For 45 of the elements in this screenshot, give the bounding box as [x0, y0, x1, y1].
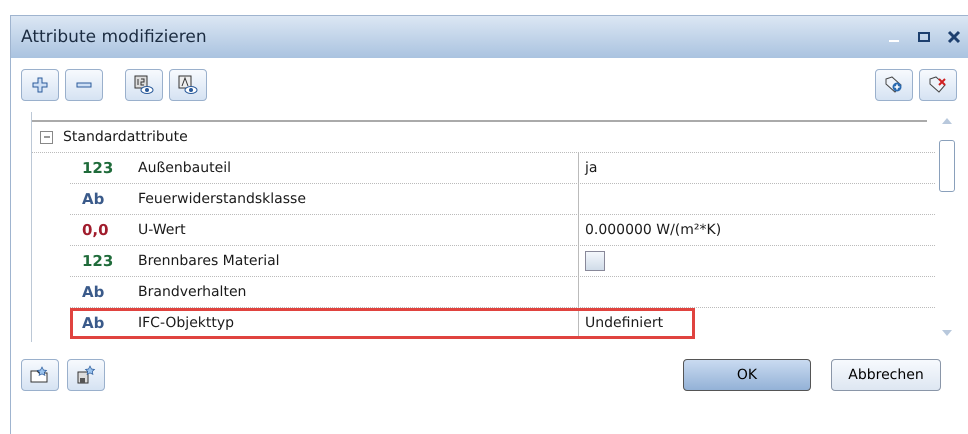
folder-star-icon [30, 365, 50, 385]
collapse-toggle[interactable] [40, 130, 53, 144]
close-icon[interactable] [947, 30, 961, 44]
attribute-name: Feuerwiderstandsklasse [137, 191, 307, 207]
type-label: Ab [81, 190, 106, 208]
open-folder-button[interactable] [21, 359, 59, 391]
plus-icon [32, 77, 48, 93]
number-eye-icon [134, 75, 154, 95]
attribute-name: IFC-Objekttyp [137, 315, 236, 331]
attribute-row[interactable]: 123 Brennbares Material [70, 246, 935, 277]
group-label: Standardattribute [63, 129, 188, 145]
disk-star-icon [76, 365, 96, 385]
checkbox[interactable] [585, 251, 605, 271]
highlighted-row[interactable]: Ab IFC-Objekttyp Undefiniert [70, 308, 695, 339]
type-label: 123 [81, 252, 114, 270]
scroll-thumb[interactable] [939, 140, 955, 192]
type-label: Ab [81, 283, 106, 301]
attribute-name: Brandverhalten [137, 284, 248, 300]
attribute-value: 0.000000 W/(m²*K) [585, 222, 722, 238]
dialog-button[interactable]: OK [683, 359, 811, 391]
window-title: Attribute modifizieren [21, 27, 208, 47]
delete-tag-button[interactable] [919, 69, 957, 101]
maximize-icon[interactable] [917, 30, 931, 44]
type-label: 0,0 [81, 221, 110, 239]
view-text-button[interactable] [169, 69, 207, 101]
tag-x-icon [928, 75, 948, 95]
text-eye-icon [178, 75, 198, 95]
type-label: Ab [81, 314, 106, 332]
dialog-button[interactable]: Abbrechen [831, 359, 941, 391]
tag-plus-icon [884, 75, 904, 95]
add-button[interactable] [21, 69, 59, 101]
attribute-name: Außenbauteil [137, 160, 232, 176]
save-favorite-button[interactable] [67, 359, 105, 391]
attribute-name: Brennbares Material [137, 253, 281, 269]
attribute-value: Undefiniert [585, 315, 664, 331]
type-label: 123 [81, 159, 114, 177]
attribute-row[interactable]: Ab Brandverhalten [70, 277, 935, 308]
view-numbers-button[interactable] [125, 69, 163, 101]
attribute-row[interactable]: Ab Feuerwiderstandsklasse [70, 184, 935, 215]
attribute-value: ja [585, 160, 598, 176]
attribute-name: U-Wert [137, 222, 187, 238]
attribute-row[interactable]: 0,0 U-Wert 0.000000 W/(m²*K) [70, 215, 935, 246]
remove-button[interactable] [65, 69, 103, 101]
add-tag-button[interactable] [875, 69, 913, 101]
attribute-row[interactable]: 123 Außenbauteil ja [70, 153, 935, 184]
